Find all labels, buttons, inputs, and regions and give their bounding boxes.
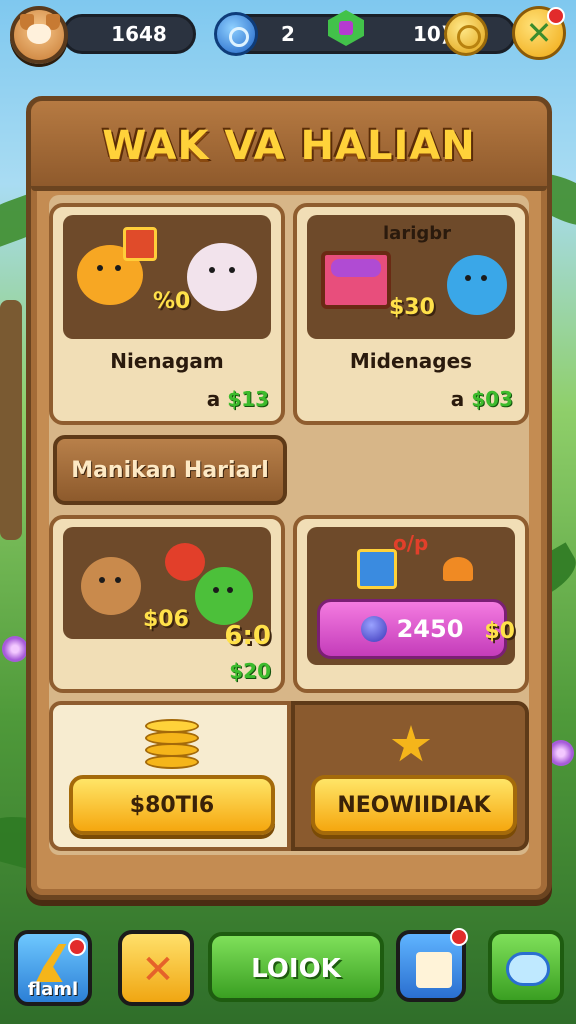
shop-card-3[interactable]: $06 6:0 $20 [49, 515, 285, 693]
card-top-label: larigbr [383, 223, 452, 244]
notification-dot [547, 7, 565, 25]
shop-card-4[interactable]: o/p 2450 $0 [293, 515, 529, 693]
card-top-label: o/p [393, 531, 429, 555]
star-icon [391, 725, 431, 762]
card-image: larigbr $30 [307, 215, 515, 339]
avatar-face [27, 24, 51, 44]
price-value: $13 [227, 387, 269, 411]
nav-center-button[interactable]: LOIOK [208, 932, 384, 1002]
notification-dot [68, 938, 86, 956]
card-gift-icon [123, 227, 157, 261]
pink-value: 2450 [396, 615, 464, 643]
fruit-basket-icon [321, 251, 391, 309]
card-name: Midenages [349, 349, 473, 373]
buy-right-button[interactable]: NEOWIIDIAK [311, 775, 517, 835]
brown-cat-icon [81, 557, 141, 615]
card-badge: $30 [389, 295, 435, 320]
shop-card-2[interactable]: larigbr $30 Midenages a $03 [293, 203, 529, 425]
blue-creature-icon [447, 255, 507, 315]
present-box-icon [357, 549, 397, 589]
coins-counter: 1648 [62, 14, 196, 54]
palm-trunk-left [0, 300, 22, 540]
price-prefix: a [206, 387, 221, 411]
player-avatar[interactable] [10, 6, 68, 64]
tomato-icon [165, 543, 205, 581]
card-image: o/p 2450 [307, 527, 515, 665]
coins-value: 1648 [111, 22, 167, 46]
card-price: a $03 [451, 387, 513, 411]
center-button-label: LOIOK [251, 954, 341, 984]
card-value-small: $20 [229, 659, 271, 683]
top-hud: 1648 2 10) ✕ [0, 0, 576, 70]
price-value: $03 [471, 387, 513, 411]
panel-title: WAK VA HALIAN [102, 123, 476, 169]
card-badge: $06 [143, 607, 189, 632]
energy-value: 2 [281, 22, 295, 46]
card-price: a $13 [207, 387, 269, 411]
notification-dot [450, 928, 468, 946]
green-creature-icon [195, 567, 253, 625]
cloud-icon [506, 952, 550, 986]
nav-tools-button[interactable]: ✕ [118, 930, 194, 1006]
nav-shirt-button[interactable] [396, 928, 468, 1002]
coin-stack-icon [145, 719, 199, 775]
card-name: Nienagam [110, 349, 224, 373]
nav-broom-button[interactable]: flaml [14, 930, 92, 1006]
pink-price-button[interactable]: 2450 [317, 599, 507, 659]
energy-orb-icon[interactable] [214, 12, 258, 56]
white-cat-icon [187, 243, 257, 311]
card-badge: %0 [153, 289, 191, 314]
flower-decor [2, 636, 28, 662]
gold-coin-icon[interactable] [444, 12, 488, 56]
shop-panel: WAK VA HALIAN %0 Nienagam a $13 larigbr [26, 96, 552, 900]
card-side-value: $0 [484, 619, 515, 644]
card-value-big: 6:0 [224, 621, 271, 651]
close-button[interactable]: ✕ [512, 6, 566, 60]
shirt-icon [416, 952, 452, 988]
shop-card-1[interactable]: %0 Nienagam a $13 [49, 203, 285, 425]
purchase-left-panel: $80TI6 [49, 701, 291, 851]
nav-label: flaml [27, 979, 79, 1000]
carrot-icon [443, 557, 473, 581]
card-image: %0 [63, 215, 271, 339]
purple-gem-icon [360, 616, 387, 642]
category-button[interactable]: Manikan Hariarl [53, 435, 287, 505]
title-plank: WAK VA HALIAN [31, 101, 547, 191]
crossed-tools-icon: ✕ [141, 947, 175, 993]
nav-cloud-button[interactable] [488, 930, 564, 1004]
purchase-right-panel: NEOWIIDIAK [291, 701, 529, 851]
price-prefix: a [450, 387, 465, 411]
buy-left-button[interactable]: $80TI6 [69, 775, 275, 835]
